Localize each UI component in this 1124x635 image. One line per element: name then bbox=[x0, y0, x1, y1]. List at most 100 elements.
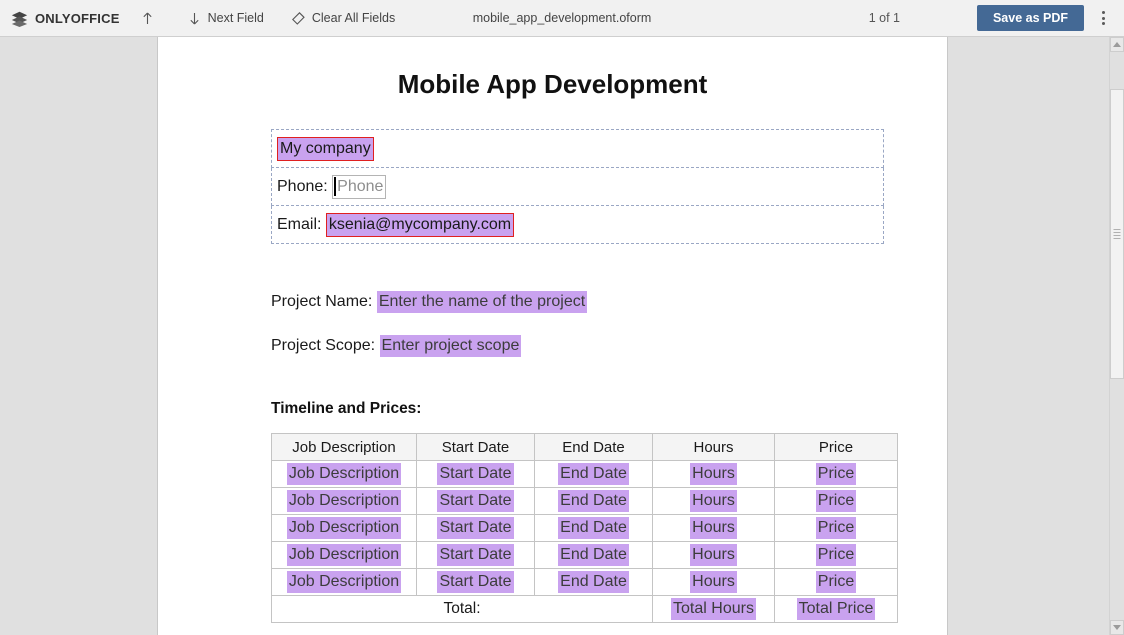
start-date-field[interactable]: Start Date bbox=[437, 544, 514, 566]
job-description-field[interactable]: Job Description bbox=[286, 544, 402, 566]
phone-label: Phone: bbox=[277, 177, 328, 195]
table-row: Job Description Start Date End Date Hour… bbox=[271, 541, 898, 569]
text-caret bbox=[334, 176, 336, 196]
project-name-field[interactable]: Enter the name of the project bbox=[376, 291, 588, 313]
start-date-field[interactable]: Start Date bbox=[437, 571, 514, 593]
email-cell: Email: ksenia@mycompany.com bbox=[271, 205, 884, 244]
arrow-up-icon bbox=[142, 12, 152, 24]
total-hours-field[interactable]: Total Hours bbox=[671, 598, 756, 620]
total-label: Total: bbox=[271, 595, 653, 623]
project-name-line: Project Name: Enter the name of the proj… bbox=[271, 291, 947, 313]
email-label: Email: bbox=[277, 215, 322, 233]
next-field-label: Next Field bbox=[207, 11, 264, 25]
document-title: mobile_app_development.oform bbox=[472, 11, 652, 25]
kebab-dot bbox=[1101, 11, 1105, 14]
company-cell: My company bbox=[271, 129, 884, 168]
cell-job-description: Job Description bbox=[271, 514, 417, 542]
hours-field[interactable]: Hours bbox=[690, 517, 737, 539]
cell-job-description: Job Description bbox=[271, 487, 417, 515]
kebab-dot bbox=[1101, 22, 1105, 25]
project-scope-label: Project Scope: bbox=[271, 337, 376, 354]
price-field[interactable]: Price bbox=[815, 544, 857, 566]
scroll-down-icon[interactable] bbox=[1110, 620, 1124, 635]
eraser-icon bbox=[291, 11, 305, 25]
clear-all-fields-button[interactable]: Clear All Fields bbox=[284, 5, 401, 31]
cell-end-date: End Date bbox=[534, 568, 653, 596]
price-field[interactable]: Price bbox=[815, 571, 857, 593]
table-header-row: Job Description Start Date End Date Hour… bbox=[271, 433, 898, 461]
cell-job-description: Job Description bbox=[271, 460, 417, 488]
cell-hours: Hours bbox=[652, 460, 775, 488]
project-name-label: Project Name: bbox=[271, 293, 373, 310]
cell-job-description: Job Description bbox=[271, 541, 417, 569]
application-toolbar: ONLYOFFICE Next Field Clear All Fields m… bbox=[0, 0, 1124, 37]
phone-field[interactable]: Phone bbox=[332, 174, 387, 199]
document-page: Mobile App Development My company Phone:… bbox=[157, 37, 948, 635]
price-field[interactable]: Price bbox=[815, 517, 857, 539]
job-description-field[interactable]: Job Description bbox=[286, 571, 402, 593]
project-scope-line: Project Scope: Enter project scope bbox=[271, 335, 947, 357]
column-header-job-description: Job Description bbox=[271, 433, 417, 461]
onlyoffice-logo-icon bbox=[11, 11, 28, 27]
document-workspace[interactable]: Mobile App Development My company Phone:… bbox=[0, 37, 1109, 635]
vertical-scrollbar[interactable] bbox=[1109, 37, 1124, 635]
save-as-pdf-button[interactable]: Save as PDF bbox=[976, 5, 1084, 31]
previous-field-button[interactable] bbox=[134, 5, 167, 31]
price-field[interactable]: Price bbox=[815, 490, 857, 512]
cell-end-date: End Date bbox=[534, 487, 653, 515]
scrollbar-thumb[interactable] bbox=[1110, 89, 1124, 379]
hours-field[interactable]: Hours bbox=[690, 490, 737, 512]
timeline-prices-table: Job Description Start Date End Date Hour… bbox=[271, 433, 898, 623]
start-date-field[interactable]: Start Date bbox=[437, 490, 514, 512]
next-field-button[interactable]: Next Field bbox=[181, 5, 270, 31]
phone-placeholder-text: Phone bbox=[337, 177, 384, 195]
cell-hours: Hours bbox=[652, 568, 775, 596]
cell-start-date: Start Date bbox=[416, 487, 535, 515]
end-date-field[interactable]: End Date bbox=[558, 571, 629, 593]
company-name-field[interactable]: My company bbox=[277, 136, 374, 161]
column-header-end-date: End Date bbox=[534, 433, 653, 461]
job-description-field[interactable]: Job Description bbox=[286, 490, 402, 512]
start-date-field[interactable]: Start Date bbox=[437, 517, 514, 539]
job-description-field[interactable]: Job Description bbox=[286, 517, 402, 539]
cell-start-date: Start Date bbox=[416, 460, 535, 488]
contact-row-company: My company bbox=[271, 129, 884, 168]
cell-end-date: End Date bbox=[534, 514, 653, 542]
table-row: Job Description Start Date End Date Hour… bbox=[271, 460, 898, 488]
table-row: Job Description Start Date End Date Hour… bbox=[271, 487, 898, 515]
cell-hours: Hours bbox=[652, 514, 775, 542]
more-options-icon[interactable] bbox=[1092, 5, 1114, 31]
table-row: Job Description Start Date End Date Hour… bbox=[271, 568, 898, 596]
end-date-field[interactable]: End Date bbox=[558, 517, 629, 539]
hours-field[interactable]: Hours bbox=[690, 463, 737, 485]
hours-field[interactable]: Hours bbox=[690, 544, 737, 566]
end-date-field[interactable]: End Date bbox=[558, 490, 629, 512]
scroll-up-icon[interactable] bbox=[1110, 37, 1124, 52]
cell-total-price: Total Price bbox=[774, 595, 898, 623]
cell-end-date: End Date bbox=[534, 460, 653, 488]
email-field[interactable]: ksenia@mycompany.com bbox=[325, 212, 515, 237]
onlyoffice-logo-text: ONLYOFFICE bbox=[35, 10, 120, 26]
cell-hours: Hours bbox=[652, 541, 775, 569]
onlyoffice-logo[interactable]: ONLYOFFICE bbox=[11, 10, 120, 27]
cell-price: Price bbox=[774, 487, 898, 515]
cell-total-hours: Total Hours bbox=[652, 595, 775, 623]
price-field[interactable]: Price bbox=[815, 463, 857, 485]
end-date-field[interactable]: End Date bbox=[558, 544, 629, 566]
job-description-field[interactable]: Job Description bbox=[286, 463, 402, 485]
table-total-row: Total: Total Hours Total Price bbox=[271, 595, 898, 623]
hours-field[interactable]: Hours bbox=[690, 571, 737, 593]
cell-start-date: Start Date bbox=[416, 568, 535, 596]
start-date-field[interactable]: Start Date bbox=[437, 463, 514, 485]
project-scope-field[interactable]: Enter project scope bbox=[379, 335, 522, 357]
total-price-field[interactable]: Total Price bbox=[796, 598, 876, 620]
column-header-price: Price bbox=[774, 433, 898, 461]
page-title: Mobile App Development bbox=[397, 69, 708, 99]
clear-all-fields-label: Clear All Fields bbox=[311, 11, 396, 25]
cell-price: Price bbox=[774, 514, 898, 542]
end-date-field[interactable]: End Date bbox=[558, 463, 629, 485]
column-header-hours: Hours bbox=[652, 433, 775, 461]
contact-info-block: My company Phone: Phone Email: ksenia@my… bbox=[271, 129, 884, 244]
cell-end-date: End Date bbox=[534, 541, 653, 569]
scrollbar-grip-icon bbox=[1113, 229, 1121, 239]
